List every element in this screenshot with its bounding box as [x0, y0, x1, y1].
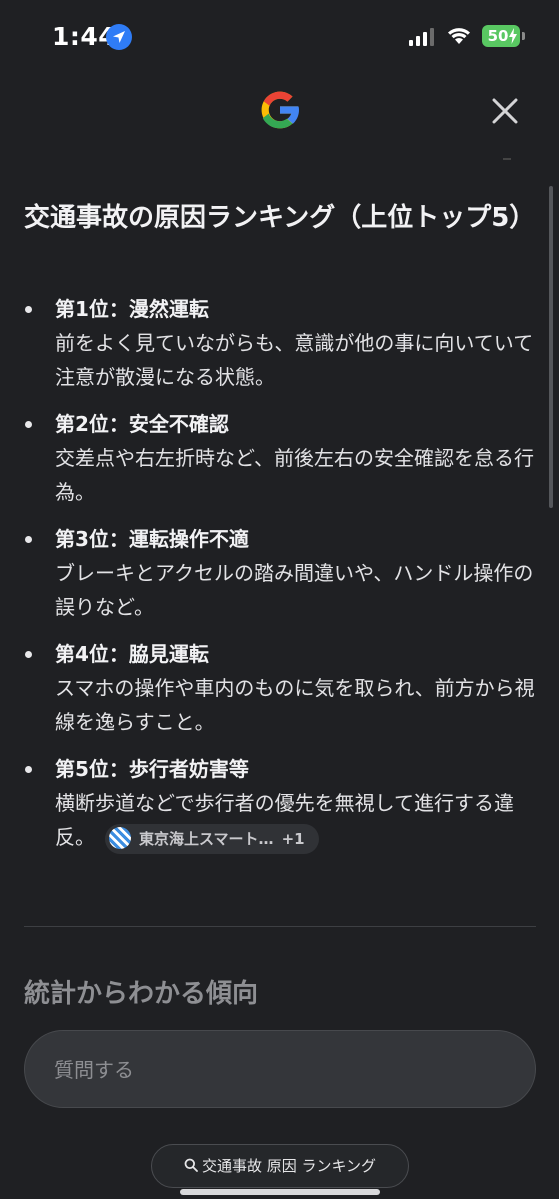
- bullet: [25, 766, 32, 773]
- bullet: [25, 306, 32, 313]
- item-description: 交差点や右左折時など、前後左右の安全確認を怠る行為。: [55, 446, 534, 504]
- ranking-list: 第1位：漫然運転 前をよく見ていながらも、意識が他の事に向いていて注意が散漫にな…: [24, 292, 539, 867]
- item-title: 第5位：歩行者妨害等: [55, 757, 249, 781]
- answer-heading: 交通事故の原因ランキング（上位トップ5）: [24, 203, 536, 233]
- source-chip[interactable]: 東京海上スマート… +1: [105, 823, 319, 854]
- wifi-icon: [446, 25, 472, 49]
- item-description: 横断歩道などで歩行者の優先を無視して進行する違反。 東京海上スマート… +1: [55, 786, 539, 854]
- suggestion-chip[interactable]: 交通事故 原因 ランキング: [151, 1144, 409, 1188]
- battery-cap: [522, 32, 525, 40]
- section-divider: [24, 926, 536, 927]
- location-arrow-icon: [106, 24, 132, 50]
- list-item: 第3位：運転操作不適 ブレーキとアクセルの踏み間違いや、ハンドル操作の誤りなど。: [24, 522, 539, 624]
- item-title: 第1位：漫然運転: [55, 297, 209, 321]
- suggestion-label: 交通事故 原因 ランキング: [201, 1157, 377, 1175]
- google-g-logo: [256, 86, 304, 134]
- divider-dash: [503, 158, 511, 160]
- source-chip-count: +1: [281, 829, 305, 848]
- list-item: 第4位：脇見運転 スマホの操作や車内のものに気を取られ、前方から視線を逸らすこと…: [24, 637, 539, 739]
- status-bar: 1:44 50: [0, 0, 559, 80]
- item-title: 第3位：運転操作不適: [55, 527, 249, 551]
- search-icon: [184, 1158, 198, 1172]
- close-button[interactable]: [484, 90, 526, 132]
- battery-charging-icon: 50: [482, 25, 520, 47]
- item-title: 第4位：脇見運転: [55, 642, 209, 666]
- scrollbar[interactable]: [549, 186, 553, 508]
- item-description: スマホの操作や車内のものに気を取られ、前方から視線を逸らすこと。: [55, 676, 535, 734]
- section-heading: 統計からわかる傾向: [24, 979, 259, 1009]
- ask-input-container[interactable]: [24, 1030, 536, 1109]
- list-item: 第5位：歩行者妨害等 横断歩道などで歩行者の優先を無視して進行する違反。 東京海上…: [24, 752, 539, 854]
- source-chip-label: 東京海上スマート…: [139, 829, 274, 848]
- home-indicator[interactable]: [180, 1189, 380, 1195]
- item-description: 前をよく見ていながらも、意識が他の事に向いていて注意が散漫になる状態。: [55, 331, 534, 389]
- list-item: 第2位：安全不確認 交差点や右左折時など、前後左右の安全確認を怠る行為。: [24, 407, 539, 509]
- item-title: 第2位：安全不確認: [55, 412, 229, 436]
- bullet: [25, 536, 32, 543]
- close-icon: [492, 98, 518, 124]
- ask-input[interactable]: [52, 1031, 506, 1109]
- screen: 1:44 50 交通事故の原因ランキング（上位トップ5） 第1位：漫然運転 前を…: [0, 0, 559, 1199]
- cellular-signal-icon: [409, 28, 435, 46]
- bullet: [25, 651, 32, 658]
- source-favicon-icon: [109, 826, 131, 849]
- item-description: ブレーキとアクセルの踏み間違いや、ハンドル操作の誤りなど。: [55, 561, 534, 619]
- bullet: [25, 421, 32, 428]
- list-item: 第1位：漫然運転 前をよく見ていながらも、意識が他の事に向いていて注意が散漫にな…: [24, 292, 539, 394]
